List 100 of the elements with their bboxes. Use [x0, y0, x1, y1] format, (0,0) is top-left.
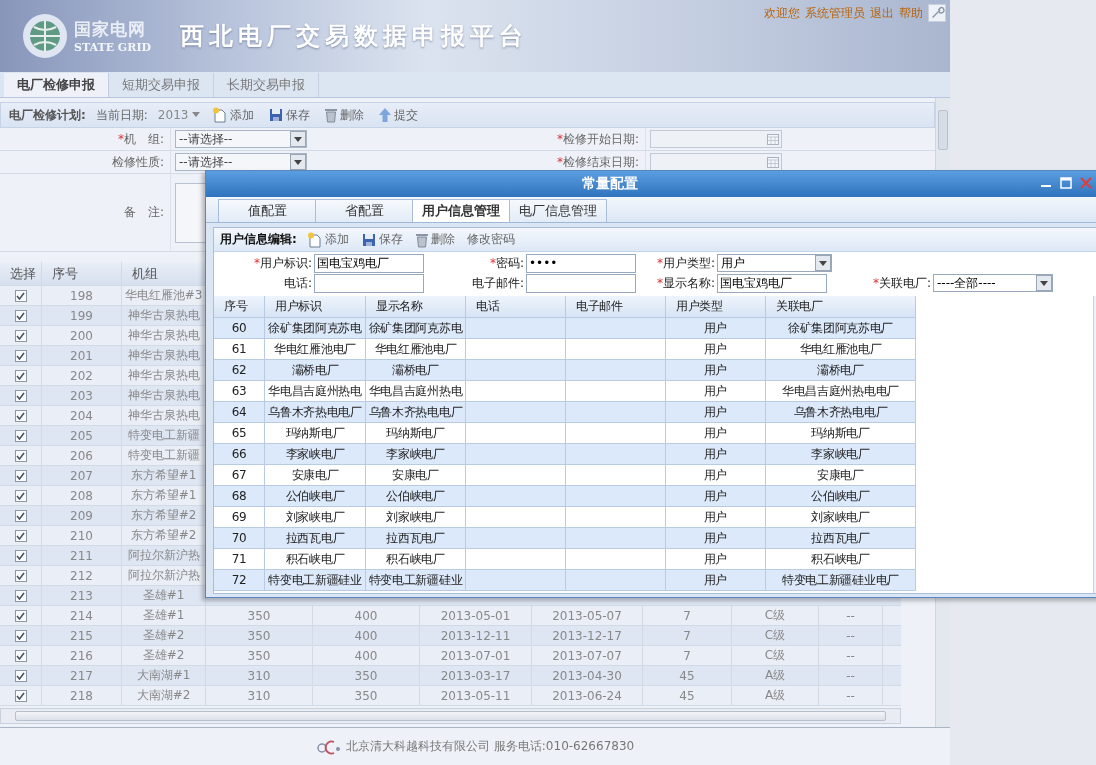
checkbox[interactable]	[14, 629, 27, 642]
submit-button[interactable]: 提交	[376, 106, 421, 124]
table-cell: 用户	[666, 339, 766, 359]
horizontal-scrollbar[interactable]	[0, 708, 901, 724]
checkbox[interactable]	[14, 609, 27, 622]
password-field[interactable]: ••••	[526, 253, 636, 273]
save-button[interactable]: 保存	[358, 231, 405, 248]
wrench-icon[interactable]	[928, 4, 946, 22]
table-cell: 灞桥电厂	[766, 360, 916, 380]
table-cell: 62	[214, 360, 265, 380]
checkbox[interactable]	[14, 489, 27, 502]
checkbox[interactable]	[14, 429, 27, 442]
table-cell: 用户	[666, 507, 766, 527]
table-cell: 7	[643, 646, 732, 665]
table-cell: 350	[206, 606, 313, 625]
table-cell: 玛纳斯电厂	[265, 423, 366, 443]
table-cell: 212	[42, 566, 122, 585]
table-cell: 350	[313, 686, 420, 705]
checkbox[interactable]	[14, 449, 27, 462]
table-cell: --	[819, 626, 883, 645]
checkbox[interactable]	[14, 549, 27, 562]
tab[interactable]: 值配置	[218, 199, 316, 222]
date-label: 当前日期:	[95, 106, 148, 124]
select-field[interactable]: ----全部----	[933, 274, 1053, 292]
table-cell: 灞桥电厂	[265, 360, 366, 380]
add-button[interactable]: 添加	[304, 231, 351, 248]
checkbox[interactable]	[14, 369, 27, 382]
checkbox[interactable]	[14, 509, 27, 522]
text-field[interactable]: 国电宝鸡电厂	[717, 273, 827, 293]
checkbox[interactable]	[14, 309, 27, 322]
checkbox[interactable]	[14, 409, 27, 422]
table-cell: 2013-03-17	[420, 666, 532, 685]
change-password-button[interactable]: 修改密码	[464, 231, 517, 248]
table-cell: 200	[42, 326, 122, 345]
table-cell: 刘家峡电厂	[265, 507, 366, 527]
table-cell: 72	[214, 570, 265, 590]
maximize-icon[interactable]	[1060, 177, 1072, 189]
text-field[interactable]	[314, 273, 424, 293]
table-cell: 圣雄#2	[122, 646, 206, 665]
table-cell: 213	[42, 586, 122, 605]
checkbox[interactable]	[14, 329, 27, 342]
add-button[interactable]: 添加	[210, 106, 257, 124]
table-cell: 积石峡电厂	[766, 549, 916, 569]
checkbox[interactable]	[14, 689, 27, 702]
table-cell: 用户	[666, 570, 766, 590]
table-cell: 玛纳斯电厂	[766, 423, 916, 443]
table-cell: 安康电厂	[366, 465, 466, 485]
select-field[interactable]: 用户	[717, 254, 832, 272]
table-cell: 大南湖#1	[122, 666, 206, 685]
table-cell: 大南湖#2	[122, 686, 206, 705]
checkbox[interactable]	[14, 389, 27, 402]
date-field[interactable]	[650, 153, 782, 171]
table-cell: 2013-05-01	[420, 606, 532, 625]
date-field[interactable]	[650, 130, 782, 148]
table-cell: 玛纳斯电厂	[366, 423, 466, 443]
checkbox[interactable]	[14, 569, 27, 582]
table-cell: 2013-07-01	[420, 646, 532, 665]
table-cell: 徐矿集团阿克苏电	[265, 318, 366, 338]
field-label: 备 注:	[122, 204, 165, 221]
tab[interactable]: 短期交易申报	[109, 73, 214, 97]
table-cell: 华电昌吉庭州热电电厂	[766, 381, 916, 401]
delete-button[interactable]: 删除	[322, 106, 367, 124]
table-cell: 2013-07-07	[532, 646, 643, 665]
table-cell: 216	[42, 646, 122, 665]
checkbox[interactable]	[14, 529, 27, 542]
checkbox[interactable]	[14, 349, 27, 362]
tab[interactable]: 电厂检修申报	[4, 73, 109, 97]
checkbox[interactable]	[14, 669, 27, 682]
table-cell: 400	[313, 626, 420, 645]
column-header: 用户类型	[666, 296, 766, 317]
checkbox[interactable]	[14, 289, 27, 302]
checkbox[interactable]	[14, 469, 27, 482]
tab[interactable]: 电厂信息管理	[509, 199, 607, 222]
dropdown-caret-icon	[192, 112, 201, 118]
delete-button[interactable]: 删除	[412, 231, 457, 248]
table-cell: 特变电工新疆硅业	[366, 570, 466, 590]
table-cell: 61	[214, 339, 265, 359]
tab[interactable]: 用户信息管理	[412, 199, 510, 222]
checkbox[interactable]	[14, 649, 27, 662]
table-cell: 63	[214, 381, 265, 401]
year-dropdown[interactable]: 2013	[157, 108, 201, 122]
select-field[interactable]: --请选择--	[175, 130, 307, 148]
table-cell: 310	[206, 686, 313, 705]
tab[interactable]: 省配置	[315, 199, 413, 222]
table-cell: 202	[42, 366, 122, 385]
table-cell: 214	[42, 606, 122, 625]
table-cell: 公伯峡电厂	[265, 486, 366, 506]
tab[interactable]: 长期交易申报	[214, 73, 319, 97]
table-cell: 207	[42, 466, 122, 485]
greeting-text: 欢迎您	[764, 4, 800, 22]
table-cell: 用户	[666, 423, 766, 443]
save-button[interactable]: 保存	[266, 106, 313, 124]
text-field[interactable]: 国电宝鸡电厂	[314, 253, 424, 273]
checkbox[interactable]	[14, 589, 27, 602]
table-cell: 李家峡电厂	[265, 444, 366, 464]
text-field[interactable]	[526, 273, 636, 293]
table-cell: 201	[42, 346, 122, 365]
table-cell: 用户	[666, 465, 766, 485]
table-cell: 徐矿集团阿克苏电	[366, 318, 466, 338]
select-field[interactable]: --请选择--	[175, 153, 307, 171]
